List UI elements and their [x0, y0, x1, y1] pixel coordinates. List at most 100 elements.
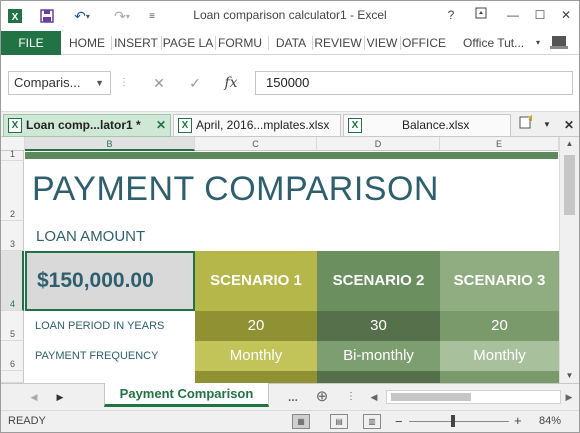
tab-separator: [268, 36, 269, 50]
maximize-icon[interactable]: ☐: [529, 5, 551, 25]
column-header-c[interactable]: C: [195, 137, 317, 151]
excel-file-icon: X: [8, 118, 22, 133]
workbook-tab-balance[interactable]: X Balance.xlsx: [343, 114, 511, 137]
sheet-tab-payment-comparison[interactable]: Payment Comparison: [104, 383, 269, 407]
tab-separator: [312, 36, 313, 50]
loan-amount-cell[interactable]: $150,000.00: [25, 251, 195, 311]
scenario-2-row-7[interactable]: [317, 371, 440, 383]
help-button[interactable]: ?: [440, 5, 462, 25]
tab-view[interactable]: VIEW: [365, 31, 399, 55]
tab-review[interactable]: REVIEW: [314, 31, 362, 55]
payment-frequency-label[interactable]: PAYMENT FREQUENCY: [25, 341, 195, 371]
name-box[interactable]: Comparis... ▼: [8, 71, 111, 95]
scenario-3-header[interactable]: SCENARIO 3: [440, 251, 559, 311]
scenario-3-row-7[interactable]: [440, 371, 559, 383]
status-bar: READY ▦ ▤ ▥ − + 84%: [1, 410, 579, 432]
scenario-1-loan-period[interactable]: 20: [195, 311, 317, 341]
ribbon-display-options-icon[interactable]: [470, 5, 492, 25]
zoom-in-icon[interactable]: +: [514, 413, 522, 428]
scenario-1-payment-frequency[interactable]: Monthly: [195, 341, 317, 371]
cancel-icon[interactable]: ✕: [147, 71, 171, 95]
workbook-tab-label: Balance.xlsx: [402, 118, 470, 132]
chevron-down-icon[interactable]: ▼: [95, 72, 104, 94]
scenario-1-row-7[interactable]: [195, 371, 317, 383]
insert-function-icon[interactable]: fx: [219, 71, 243, 95]
excel-file-icon: X: [348, 118, 362, 133]
zoom-out-icon[interactable]: −: [395, 414, 403, 429]
zoom-slider-handle[interactable]: [451, 415, 455, 427]
workbook-tab-loan-comparison[interactable]: X Loan comp...lator1 * ✕: [3, 114, 171, 137]
column-header-b[interactable]: B: [25, 137, 195, 151]
add-sheet-icon[interactable]: ⊕: [313, 388, 331, 406]
page-break-view-icon[interactable]: ▥: [363, 414, 381, 429]
scroll-down-icon[interactable]: ▼: [560, 369, 579, 383]
scenario-3-loan-period[interactable]: 20: [440, 311, 559, 341]
tab-file[interactable]: FILE: [1, 31, 61, 55]
tab-page-layout[interactable]: PAGE LA: [162, 31, 214, 55]
account-name[interactable]: Office Tut...: [463, 31, 539, 55]
zoom-level[interactable]: 84%: [539, 415, 561, 427]
user-avatar-icon[interactable]: [547, 31, 571, 55]
row-header-1[interactable]: 1: [1, 149, 24, 161]
tab-insert[interactable]: INSERT: [113, 31, 159, 55]
row-header-7[interactable]: [1, 371, 24, 383]
row-header-6[interactable]: 6: [1, 341, 24, 371]
row-number: 2: [9, 209, 15, 219]
tab-formulas[interactable]: FORMU: [216, 31, 264, 55]
hscroll-right-icon[interactable]: ▶: [562, 388, 576, 406]
sheet-scroll-left-icon[interactable]: ◀: [27, 388, 41, 406]
tab-office[interactable]: OFFICE: [401, 31, 447, 55]
row-header-2[interactable]: 2: [1, 161, 24, 221]
workbook-tab-label: April, 2016...mplates.xlsx: [196, 118, 330, 132]
sheet-tabs-bar: ◀ ▶ Payment Comparison ... ⊕ ⋮ ◀ ▶: [1, 383, 579, 410]
page-title: PAYMENT COMPARISON: [32, 170, 439, 208]
svg-text:✱: ✱: [528, 115, 532, 123]
enter-icon[interactable]: ✓: [183, 71, 207, 95]
close-workbook-icon[interactable]: ✕: [559, 115, 579, 135]
vertical-scrollbar[interactable]: ▲ ▼: [559, 137, 579, 383]
worksheet-grid: B C D E 1 2 3 4 5 6 PAYMENT COMPARISON L…: [1, 137, 579, 383]
row-number: 6: [9, 359, 15, 369]
close-icon[interactable]: ✕: [555, 5, 577, 25]
hscroll-thumb[interactable]: [391, 393, 471, 401]
column-header-e[interactable]: E: [440, 137, 559, 151]
scroll-up-icon[interactable]: ▲: [560, 137, 579, 151]
normal-view-icon[interactable]: ▦: [292, 414, 310, 429]
page-layout-view-icon[interactable]: ▤: [330, 414, 348, 429]
minimize-icon[interactable]: —: [502, 5, 524, 25]
workbook-list-dropdown-icon[interactable]: ▼: [537, 115, 557, 135]
row-header-5[interactable]: 5: [1, 311, 24, 341]
workbook-tabs: X Loan comp...lator1 * ✕ X April, 2016...m…: [1, 111, 579, 137]
row-number: 4: [9, 299, 15, 309]
ribbon-tabs: FILE HOME INSERT PAGE LA FORMU DATA REVI…: [1, 31, 579, 55]
column-header-d[interactable]: D: [317, 137, 440, 151]
scenario-1-header[interactable]: SCENARIO 1: [195, 251, 317, 311]
tab-data[interactable]: DATA: [271, 31, 311, 55]
row-number: 1: [9, 149, 15, 159]
formula-bar: Comparis... ▼ ⋮ ✕ ✓ fx 150000: [1, 61, 579, 109]
scroll-thumb[interactable]: [564, 155, 575, 215]
more-options-icon[interactable]: ⋮: [119, 71, 129, 95]
account-dropdown-icon[interactable]: ▾: [533, 31, 543, 55]
row-header-4[interactable]: 4: [1, 251, 24, 311]
window-title: Loan comparison calculator1 - Excel: [193, 8, 387, 22]
hscroll-left-icon[interactable]: ◀: [367, 388, 381, 406]
loan-period-label[interactable]: LOAN PERIOD IN YEARS: [25, 311, 195, 341]
zoom-slider[interactable]: [409, 421, 509, 422]
scenario-3-payment-frequency[interactable]: Monthly: [440, 341, 559, 371]
scenario-2-header[interactable]: SCENARIO 2: [317, 251, 440, 311]
new-workbook-icon[interactable]: ✱: [515, 114, 535, 135]
more-sheets-button[interactable]: ...: [285, 388, 301, 406]
workbook-tab-april[interactable]: X April, 2016...mplates.xlsx: [173, 114, 341, 137]
excel-window: X ↶ ▾ ↷ ▾ ≡ Loan comparison calculator1 …: [0, 0, 580, 433]
formula-input[interactable]: 150000: [255, 71, 573, 95]
horizontal-scrollbar[interactable]: [386, 390, 561, 404]
title-bar: X ↶ ▾ ↷ ▾ ≡ Loan comparison calculator1 …: [1, 1, 579, 31]
sheet-scroll-right-icon[interactable]: ▶: [53, 388, 67, 406]
scenario-2-loan-period[interactable]: 30: [317, 311, 440, 341]
split-handle-icon[interactable]: ⋮: [346, 388, 356, 406]
tab-home[interactable]: HOME: [65, 31, 109, 55]
row-header-3[interactable]: 3: [1, 221, 24, 251]
close-tab-icon[interactable]: ✕: [156, 115, 166, 136]
scenario-2-payment-frequency[interactable]: Bi-monthly: [317, 341, 440, 371]
